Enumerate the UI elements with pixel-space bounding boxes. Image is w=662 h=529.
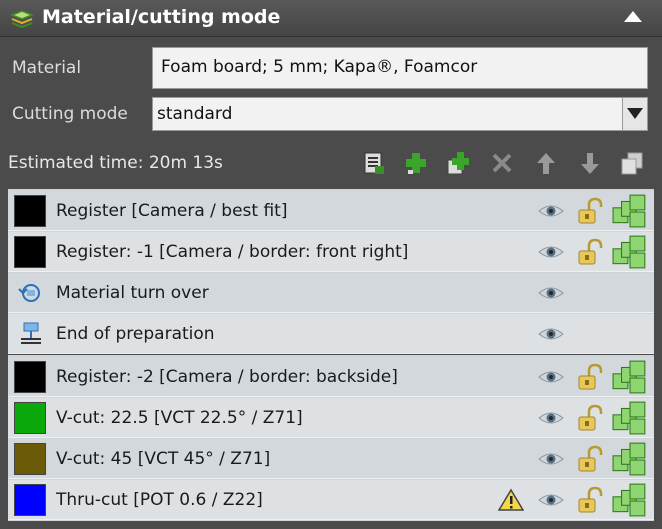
- material-label: Material: [12, 58, 82, 78]
- color-swatch[interactable]: [14, 443, 46, 475]
- visibility-eye-icon[interactable]: [538, 492, 564, 508]
- step-label: V-cut: 22.5 [VCT 22.5° / Z71]: [56, 408, 303, 428]
- layers-icon[interactable]: [612, 482, 648, 518]
- visibility-eye-icon[interactable]: [538, 244, 564, 260]
- visibility-eye-icon[interactable]: [538, 451, 564, 467]
- collapse-panel-button[interactable]: [624, 11, 642, 22]
- lock-icon[interactable]: [575, 238, 605, 266]
- visibility-eye-icon[interactable]: [538, 410, 564, 426]
- color-swatch[interactable]: [14, 484, 46, 516]
- lock-icon[interactable]: [575, 486, 605, 514]
- visibility-eye-icon[interactable]: [538, 285, 564, 301]
- warning-icon: [498, 488, 524, 511]
- step-label: Register: -2 [Camera / border: backside]: [56, 367, 398, 387]
- list-item[interactable]: Thru-cut [POT 0.6 / Z22]: [8, 480, 654, 520]
- material-field[interactable]: Foam board; 5 mm; Kapa®, Foamcor: [152, 47, 648, 89]
- visibility-eye-icon[interactable]: [538, 369, 564, 385]
- step-group-1: Register [Camera / best fit] Register: -1…: [8, 189, 654, 354]
- lock-icon[interactable]: [575, 363, 605, 391]
- panel-title: Material/cutting mode: [42, 6, 281, 28]
- turn-over-icon: [18, 284, 40, 302]
- delete-icon[interactable]: [490, 150, 514, 176]
- add-icon[interactable]: [404, 150, 428, 176]
- step-label: End of preparation: [56, 324, 215, 344]
- list-item[interactable]: Register [Camera / best fit]: [8, 191, 654, 231]
- lock-icon[interactable]: [575, 445, 605, 473]
- list-item[interactable]: Register: -2 [Camera / border: backside]: [8, 357, 654, 397]
- step-group-2: Register: -2 [Camera / border: backside]…: [8, 355, 654, 521]
- duplicate-icon[interactable]: [620, 150, 644, 176]
- visibility-eye-icon[interactable]: [538, 326, 564, 342]
- layers-icon[interactable]: [612, 400, 648, 436]
- end-preparation-icon: [21, 322, 41, 344]
- chevron-down-icon[interactable]: [622, 98, 647, 130]
- color-swatch[interactable]: [14, 236, 46, 268]
- cutting-mode-label: Cutting mode: [12, 104, 128, 124]
- layers-icon[interactable]: [612, 234, 648, 270]
- list-edit-icon[interactable]: [362, 150, 386, 176]
- lock-icon[interactable]: [575, 197, 605, 225]
- list-item[interactable]: Register: -1 [Camera / border: front rig…: [8, 232, 654, 272]
- material-value: Foam board; 5 mm; Kapa®, Foamcor: [161, 57, 478, 77]
- step-label: Thru-cut [POT 0.6 / Z22]: [56, 490, 263, 510]
- step-label: Register: -1 [Camera / border: front rig…: [56, 242, 409, 262]
- material-cutting-panel: Material/cutting mode Material Foam boar…: [0, 0, 662, 529]
- material-stack-icon: [10, 10, 34, 29]
- list-item[interactable]: End of preparation: [8, 314, 654, 354]
- layers-icon[interactable]: [612, 359, 648, 395]
- estimated-time: Estimated time: 20m 13s: [8, 153, 223, 173]
- step-label: V-cut: 45 [VCT 45° / Z71]: [56, 449, 271, 469]
- list-item[interactable]: Material turn over: [8, 273, 654, 313]
- list-item[interactable]: V-cut: 45 [VCT 45° / Z71]: [8, 439, 654, 479]
- cutting-mode-value: standard: [157, 104, 233, 124]
- move-down-icon[interactable]: [578, 150, 602, 176]
- cutting-mode-select[interactable]: standard: [152, 97, 648, 131]
- step-label: Register [Camera / best fit]: [56, 201, 288, 221]
- step-label: Material turn over: [56, 283, 209, 303]
- layers-icon[interactable]: [612, 441, 648, 477]
- visibility-eye-icon[interactable]: [538, 203, 564, 219]
- move-up-icon[interactable]: [534, 150, 558, 176]
- color-swatch[interactable]: [14, 402, 46, 434]
- color-swatch[interactable]: [14, 361, 46, 393]
- add-copy-icon[interactable]: [446, 150, 470, 176]
- color-swatch[interactable]: [14, 195, 46, 227]
- list-item[interactable]: V-cut: 22.5 [VCT 22.5° / Z71]: [8, 398, 654, 438]
- panel-header[interactable]: Material/cutting mode: [0, 0, 662, 37]
- layers-icon[interactable]: [612, 193, 648, 229]
- lock-icon[interactable]: [575, 404, 605, 432]
